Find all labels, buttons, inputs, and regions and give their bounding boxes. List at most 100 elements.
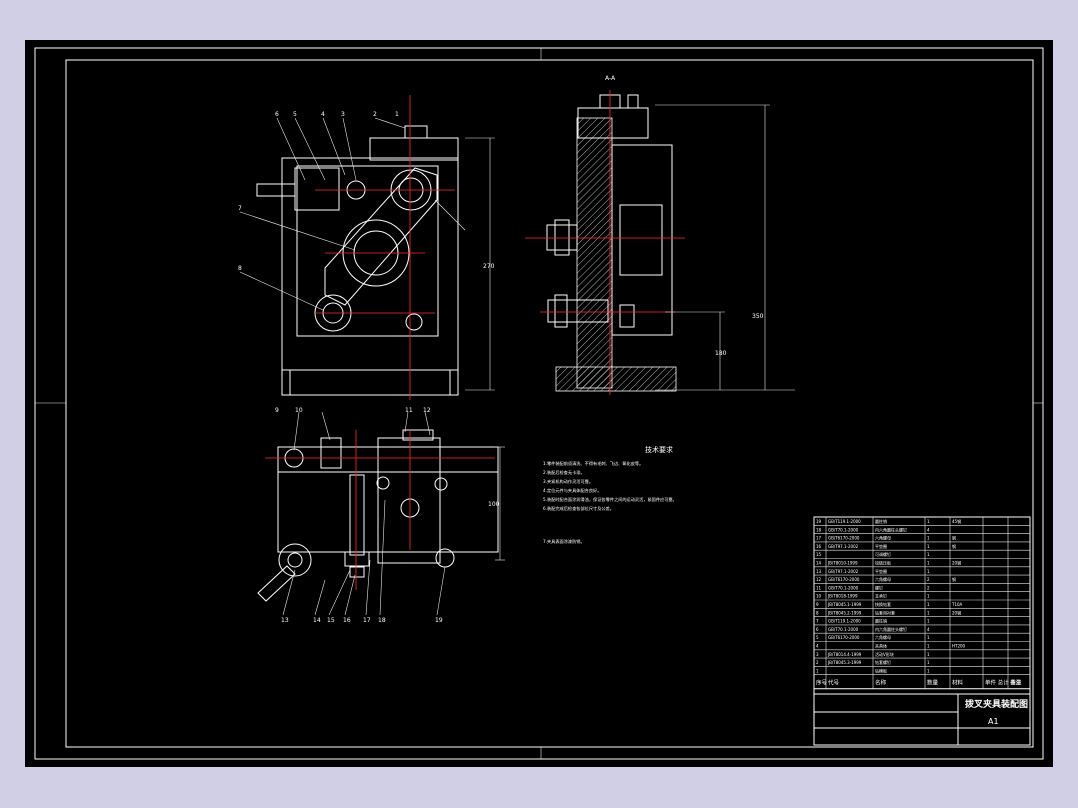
bom-cell: 19 [816, 519, 822, 524]
bom-header-cell: 名称 [875, 679, 887, 687]
bom-cell: 内六角圆柱头螺钉 [875, 626, 907, 632]
bom-cell: 铰链压板 [875, 560, 891, 566]
bom-cell: GB/T119.1-2000 [828, 619, 861, 624]
bom-cell: 11 [816, 585, 822, 590]
balloon-label: 1 [395, 111, 399, 118]
balloon-label: 5 [293, 111, 297, 118]
bom-cell: 钻套螺钉 [875, 659, 891, 665]
title-block-sheet: A1 [988, 717, 999, 726]
balloon-label: 11 [405, 407, 413, 414]
drawing-canvas: 270 6 5 4 3 2 1 7 8 350 180 A-A 100 9 10 11 12 … [25, 40, 1053, 767]
dim-label-2: 180 [715, 350, 727, 357]
bom-cell: 2 [816, 660, 819, 665]
bom-header-cell: 数量 [927, 679, 939, 687]
bom-cell: JB/T8010-1999 [827, 561, 858, 566]
balloon-label: 12 [423, 407, 431, 414]
bom-cell: 1 [927, 594, 930, 599]
bom-cell: 1 [927, 552, 930, 557]
balloon-label: 7 [238, 205, 242, 212]
bom-cell: 钢 [952, 576, 956, 582]
bom-cell: JB/T8045.1-1999 [827, 602, 862, 607]
bom-cell: 钢 [952, 535, 956, 541]
bom-cell: 1 [927, 519, 930, 524]
bom-cell: 活动V形块 [875, 651, 894, 657]
bom-cell: 2 [927, 577, 930, 582]
bom-cell: 内六角圆柱头螺钉 [875, 526, 907, 532]
note-line: 3.夹紧机构动作灵活可靠。 [543, 478, 593, 485]
bom-cell: 螺钉 [875, 584, 883, 590]
bom-cell: 9 [816, 602, 819, 607]
bom-cell: 六角螺母 [875, 576, 891, 582]
bom-cell: GB/T97.1-2002 [828, 544, 859, 549]
bom-cell: 10 [816, 594, 822, 599]
bom-header-cell: 备注 [1010, 679, 1022, 687]
bom-cell: GB/T70.1-2000 [828, 585, 859, 590]
note-line: 2.装配后检查无卡滞。 [543, 469, 585, 476]
bom-cell: 12 [816, 577, 822, 582]
bom-cell: 1 [927, 660, 930, 665]
bom-cell: GB/T70.1-2000 [828, 527, 859, 532]
inner-frame [65, 59, 1034, 748]
balloon-label: 16 [343, 617, 351, 624]
bom-table: 19 GB/T119.1-2000 圆柱销 1 45钢18 GB/T70.1-2000 内六… [813, 516, 1031, 746]
view-label-a: A-A [605, 75, 616, 82]
bom-cell: T10A [951, 602, 963, 607]
bom-cell: 六角螺母 [875, 535, 891, 541]
dim-label-1: 350 [752, 313, 764, 320]
bom-cell: GB/T6170-2000 [828, 635, 860, 640]
technical-notes: 技术要求 1.零件装配前须清洗、不得有毛刺、飞边、氧化皮等。 2.装配后检查无卡滞… [543, 445, 677, 545]
balloon-label: 13 [281, 617, 289, 624]
bom-cell: 20钢 [952, 609, 961, 615]
dim-label-0: 270 [483, 263, 495, 270]
bom-cell: 3 [816, 652, 819, 657]
balloon-label: 10 [295, 407, 303, 414]
bom-cell: 平垫圈 [875, 543, 887, 549]
note-line: 7.夹具表面涂漆防锈。 [543, 538, 585, 545]
bom-cell: 4 [927, 527, 930, 532]
bom-cell: 可调螺钉 [875, 551, 891, 557]
bom-cell: 15 [816, 552, 822, 557]
bom-header-cell: 材料 [952, 679, 964, 687]
bom-cell: 14 [816, 561, 822, 566]
balloon-label: 2 [373, 111, 377, 118]
dim-label-3: 100 [488, 501, 500, 508]
bom-cell: 7 [816, 619, 819, 624]
bom-cell: 18 [816, 527, 822, 532]
bom-cell: 1 [927, 652, 930, 657]
bom-cell: 16 [816, 544, 822, 549]
bom-cell: HT200 [952, 644, 966, 649]
note-line: 6.装配完成后检查各部位尺寸及公差。 [543, 505, 614, 512]
plan-view: 100 [257, 411, 505, 616]
balloon-label: 3 [341, 111, 345, 118]
bom-cell: 快换钻套 [875, 601, 891, 607]
notes-heading: 技术要求 [645, 445, 673, 454]
bom-cell: 1 [927, 644, 930, 649]
bom-cell: 4 [816, 644, 819, 649]
bom-cell: 1 [927, 544, 930, 549]
bom-cell: 6 [816, 627, 819, 632]
bom-cell: 45钢 [952, 518, 961, 524]
bom-cell: 1 [927, 602, 930, 607]
bom-header-cell: 序号 [816, 679, 828, 687]
bom-cell: GB/T6170-2000 [828, 536, 860, 541]
assembly-drawing: 270 6 5 4 3 2 1 7 8 350 180 A-A 100 9 10 1… [34, 47, 1044, 760]
bom-cell: 1 [927, 610, 930, 615]
note-line: 4.定位元件与夹具体配合良好。 [543, 487, 601, 494]
bom-cell: JB/T8045.2-1999 [827, 610, 862, 615]
bom-cell: 5 [816, 635, 819, 640]
bom-cell: GB/T97.1-2002 [828, 569, 859, 574]
bom-cell: 平垫圈 [875, 568, 887, 574]
bom-cell: 1 [927, 619, 930, 624]
title-block-name: 拨叉夹具装配图 [965, 698, 1028, 710]
balloon-label: 8 [238, 265, 242, 272]
top-view-balloons: 6 5 4 3 2 1 7 8 [238, 111, 399, 272]
bom-cell: 钻套用衬套 [875, 609, 895, 615]
bom-cell: 8 [816, 610, 819, 615]
bom-cell: 钻模板 [875, 667, 887, 673]
bom-cell: 圆柱销 [875, 618, 887, 624]
front-view: 270 [239, 95, 495, 400]
balloon-label: 18 [378, 617, 386, 624]
bom-cell: 2 [927, 585, 930, 590]
bom-cell: 支承钉 [875, 593, 887, 599]
bom-cell: 圆柱销 [875, 518, 887, 524]
